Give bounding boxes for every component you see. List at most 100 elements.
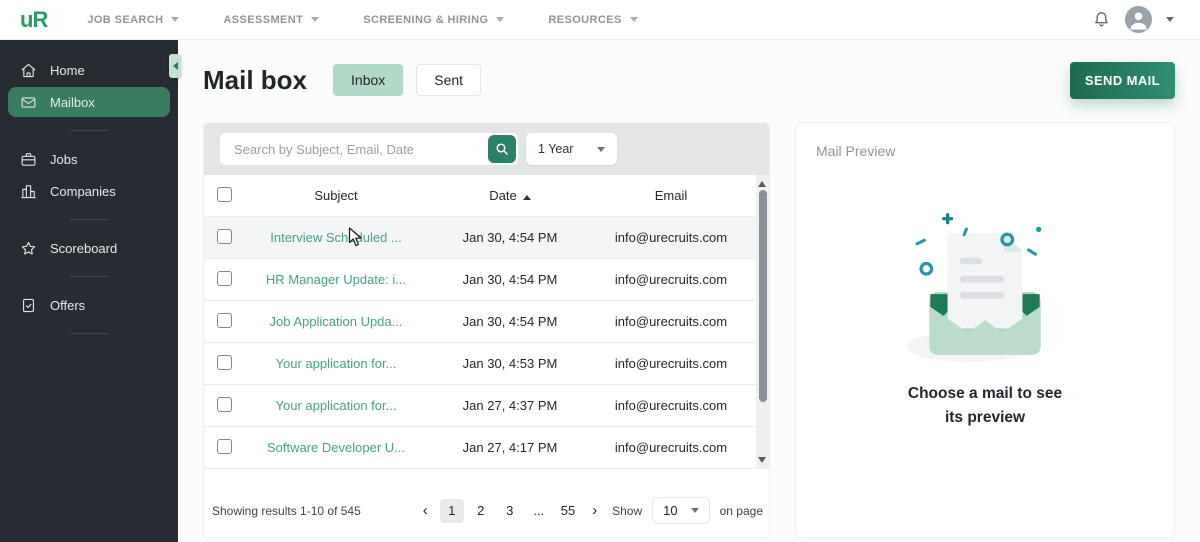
row-checkbox[interactable]: [217, 438, 232, 454]
mail-email: info@urecruits.com: [614, 230, 728, 245]
sidebar-collapse-button[interactable]: [169, 54, 181, 78]
sidebar-divider: [70, 130, 108, 131]
mail-subject-link[interactable]: Your application for...: [238, 398, 434, 413]
scroll-up-icon[interactable]: [758, 181, 766, 187]
open-envelope-illustration: [907, 213, 1042, 362]
sidebar-item[interactable]: Home: [8, 55, 170, 85]
mail-table-zone: Subject Date Email Interview Scheduled .…: [204, 175, 769, 469]
chevron-down-icon: [171, 17, 180, 22]
chevron-down-icon: [690, 508, 699, 513]
column-header-email[interactable]: Email: [586, 188, 756, 203]
chevron-down-icon: [311, 17, 320, 22]
search-button[interactable]: [488, 135, 516, 163]
page-title: Mail box: [203, 64, 308, 95]
sidebar-item[interactable]: Jobs: [8, 144, 170, 174]
mail-date: Jan 30, 4:54 PM: [462, 314, 558, 329]
mail-subject-link[interactable]: Software Developer U...: [238, 440, 434, 455]
mailbox-icon: [20, 94, 37, 111]
top-nav-item[interactable]: ASSESSMENT: [223, 13, 320, 26]
preview-empty-message: Choose a mail to see its preview: [907, 385, 1063, 427]
mail-row[interactable]: HR Manager Update: i... Jan 30, 4:54 PM …: [204, 259, 756, 301]
period-filter-value: 1 Year: [538, 142, 574, 156]
mail-email: info@urecruits.com: [614, 314, 728, 329]
send-mail-button[interactable]: SEND MAIL: [1069, 61, 1175, 99]
mail-subject-link[interactable]: Interview Scheduled ...: [238, 230, 434, 245]
period-filter-dropdown[interactable]: 1 Year: [526, 133, 618, 165]
per-page-control: Show 10 on page: [612, 497, 763, 524]
chevron-down-icon: [496, 17, 505, 22]
mail-email: info@urecruits.com: [614, 440, 728, 455]
search-toolbar: 1 Year: [204, 123, 769, 175]
top-nav-item-label: ASSESSMENT: [223, 13, 304, 26]
mail-date: Jan 30, 4:53 PM: [462, 356, 558, 371]
mail-row[interactable]: Your application for... Jan 27, 4:37 PM …: [204, 385, 756, 427]
mail-subject-link[interactable]: Your application for...: [238, 356, 434, 371]
column-header-subject[interactable]: Subject: [238, 188, 434, 203]
pagination-bar: Showing results 1-10 of 545 ‹ 1 2 3... 55 ›…: [204, 469, 769, 538]
row-checkbox[interactable]: [217, 396, 232, 412]
account-menu-chevron-icon[interactable]: [1166, 17, 1174, 22]
sidebar-item-label: Home: [50, 62, 85, 78]
show-label: Show: [612, 503, 643, 518]
sidebar-item[interactable]: Mailbox: [8, 87, 170, 117]
pager: ‹ 1 2 3... 55 ›: [416, 498, 604, 523]
select-all-checkbox[interactable]: [217, 186, 232, 202]
chevron-left-icon: [172, 62, 178, 70]
sidebar-item[interactable]: Scoreboard: [8, 233, 170, 263]
sidebar-divider: [70, 333, 108, 334]
mail-subject-link[interactable]: Job Application Upda...: [238, 314, 434, 329]
page-number-button[interactable]: 1: [439, 498, 464, 523]
mail-row[interactable]: Software Developer U... Jan 27, 4:17 PM …: [204, 427, 756, 469]
scoreboard-icon: [20, 240, 37, 257]
sidebar-item[interactable]: Offers: [8, 290, 170, 320]
scroll-down-icon[interactable]: [758, 457, 766, 463]
top-navigation: JOB SEARCH ASSESSMENT SCREENING & HIRING…: [87, 13, 638, 26]
app-logo[interactable]: uR: [20, 7, 48, 33]
mail-subject-link[interactable]: HR Manager Update: i...: [238, 272, 434, 287]
top-bar-actions: [1092, 6, 1174, 33]
sidebar: Home Mailbox Jobs Companies Scoreboard O…: [0, 40, 181, 542]
mail-email: info@urecruits.com: [614, 356, 728, 371]
column-header-date[interactable]: Date: [434, 188, 586, 203]
scrollbar[interactable]: [756, 175, 769, 469]
mail-row[interactable]: Your application for... Jan 30, 4:53 PM …: [204, 343, 756, 385]
mailbox-tab[interactable]: Sent: [416, 64, 482, 96]
mail-list-panel: 1 Year Subject Date Email: [203, 122, 770, 539]
mailbox-tab[interactable]: Inbox: [333, 64, 404, 96]
sidebar-divider: [70, 276, 108, 277]
sidebar-item-label: Jobs: [50, 151, 78, 167]
offers-icon: [20, 297, 37, 314]
top-nav-item[interactable]: JOB SEARCH: [87, 14, 180, 26]
row-checkbox[interactable]: [217, 312, 232, 328]
row-checkbox[interactable]: [217, 354, 232, 370]
mail-row[interactable]: Job Application Upda... Jan 30, 4:54 PM …: [204, 301, 756, 343]
top-nav-item[interactable]: RESOURCES: [548, 14, 638, 26]
preview-empty-state: Choose a mail to see its preview: [816, 205, 1154, 430]
notifications-bell-icon[interactable]: [1092, 10, 1111, 29]
page-number-button[interactable]: 3: [498, 499, 522, 523]
top-nav-item-label: SCREENING & HIRING: [363, 13, 489, 26]
on-page-label: on page: [719, 503, 763, 518]
companies-icon: [20, 183, 37, 200]
mail-date: Jan 30, 4:54 PM: [462, 230, 558, 245]
page-number-button[interactable]: 2: [469, 499, 493, 523]
page-number-button[interactable]: ...: [527, 499, 551, 523]
row-checkbox[interactable]: [217, 270, 232, 286]
row-checkbox[interactable]: [217, 228, 232, 244]
page-header: Mail box Inbox Sent SEND MAIL: [203, 61, 1175, 99]
per-page-value: 10: [663, 503, 678, 518]
search-input[interactable]: [234, 141, 488, 157]
scrollbar-thumb[interactable]: [758, 190, 767, 402]
user-avatar[interactable]: [1125, 6, 1152, 33]
per-page-dropdown[interactable]: 10: [652, 497, 710, 524]
mail-row[interactable]: Interview Scheduled ... Jan 30, 4:54 PM …: [204, 217, 756, 259]
mail-date: Jan 27, 4:37 PM: [462, 398, 558, 413]
previous-page-button[interactable]: ‹: [416, 502, 435, 519]
sort-ascending-icon: [522, 195, 531, 200]
sidebar-item[interactable]: Companies: [8, 176, 170, 206]
chevron-down-icon: [597, 146, 606, 152]
search-icon: [496, 143, 508, 155]
top-nav-item[interactable]: SCREENING & HIRING: [363, 13, 505, 26]
page-number-button[interactable]: 55: [556, 499, 580, 523]
next-page-button[interactable]: ›: [585, 502, 604, 519]
